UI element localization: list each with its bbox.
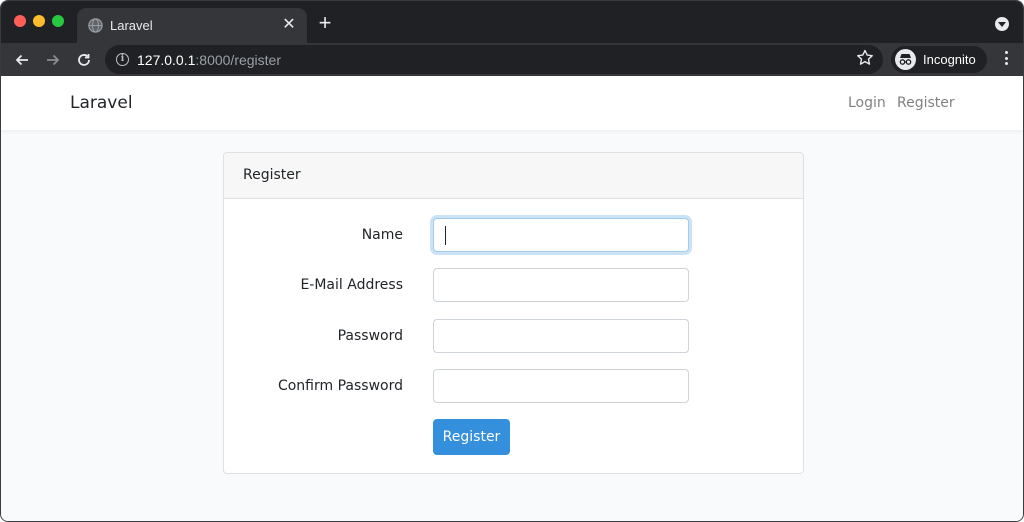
forward-arrow-icon[interactable] <box>42 49 64 71</box>
url-host: 127.0.0.1 <box>137 52 196 68</box>
incognito-label: Incognito <box>923 52 976 67</box>
new-tab-button[interactable]: + <box>315 12 335 34</box>
confirm-password-input[interactable] <box>433 369 689 403</box>
close-tab-icon[interactable]: ✕ <box>280 16 298 34</box>
email-label: E-Mail Address <box>300 277 403 293</box>
address-bar[interactable]: i 127.0.0.1:8000/register <box>105 45 883 74</box>
chevron-down-icon[interactable] <box>995 17 1009 31</box>
password-input[interactable] <box>433 319 689 353</box>
url-text: 127.0.0.1:8000/register <box>137 52 281 68</box>
password-label: Password <box>337 328 403 344</box>
incognito-badge[interactable]: Incognito <box>891 46 987 73</box>
name-input[interactable] <box>433 218 689 252</box>
zoom-window-button[interactable] <box>52 15 64 27</box>
nav-login-link[interactable]: Login <box>848 95 886 111</box>
card-header: Register <box>224 153 803 199</box>
card-title: Register <box>243 167 301 183</box>
url-path: :8000/register <box>195 52 281 68</box>
close-window-button[interactable] <box>14 15 26 27</box>
browser-window: Laravel ✕ + i 127.0.0.1:8000/register In… <box>0 0 1024 522</box>
register-submit-button[interactable]: Register <box>433 419 510 455</box>
name-label: Name <box>361 227 403 243</box>
browser-toolbar: i 127.0.0.1:8000/register Incognito <box>1 43 1023 76</box>
tab-strip: Laravel ✕ + <box>1 1 1023 43</box>
incognito-icon <box>895 49 916 70</box>
text-caret <box>445 226 446 245</box>
browser-tab[interactable]: Laravel ✕ <box>77 8 307 43</box>
globe-icon <box>88 18 103 33</box>
info-icon[interactable]: i <box>116 53 129 66</box>
page-content: Laravel Login Register Register Name E-M… <box>1 76 1023 521</box>
kebab-menu-icon[interactable] <box>1005 51 1009 67</box>
email-input[interactable] <box>433 268 689 302</box>
brand-link[interactable]: Laravel <box>70 93 133 113</box>
confirm-password-label: Confirm Password <box>277 378 403 394</box>
register-card: Register Name E-Mail Address Password Co… <box>223 152 804 474</box>
tab-title: Laravel <box>110 18 153 33</box>
back-arrow-icon[interactable] <box>11 49 33 71</box>
minimize-window-button[interactable] <box>33 15 45 27</box>
star-icon[interactable] <box>855 48 875 73</box>
navbar: Laravel Login Register <box>1 76 1023 130</box>
reload-icon[interactable] <box>73 49 95 71</box>
nav-register-link[interactable]: Register <box>897 95 955 111</box>
